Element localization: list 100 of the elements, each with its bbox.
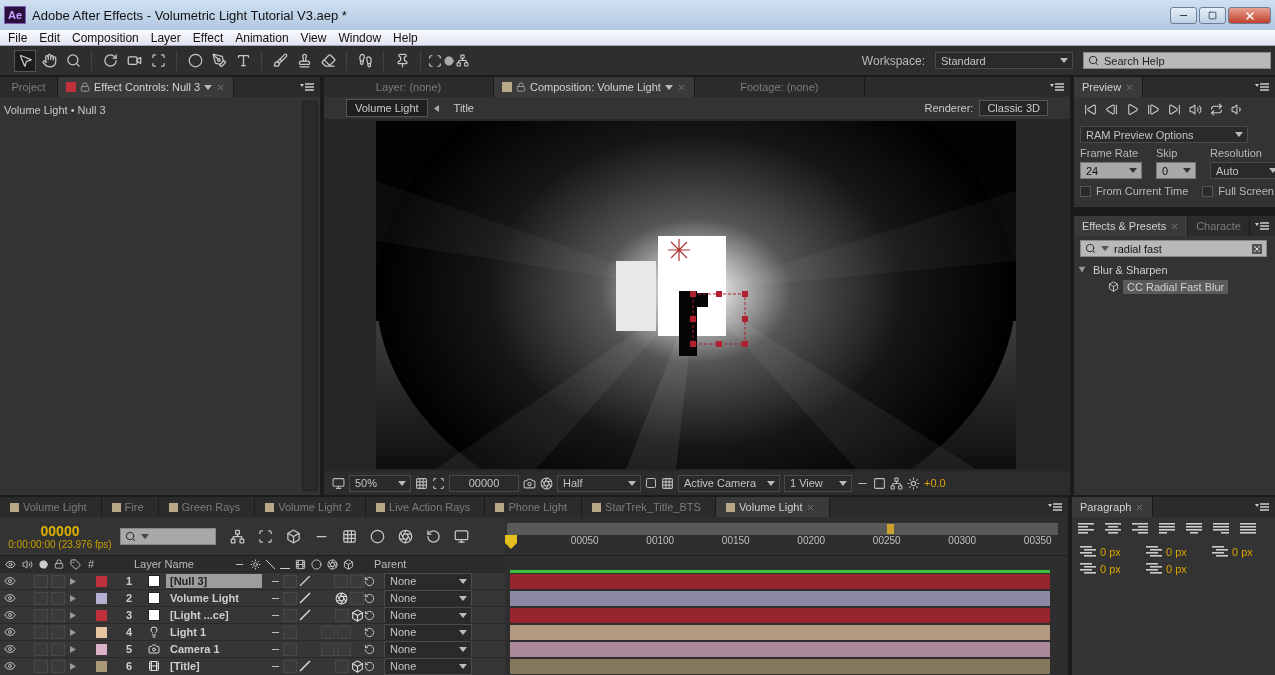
switch-box[interactable] xyxy=(34,574,48,588)
indent-value[interactable]: 0 px xyxy=(1232,546,1253,558)
panel-tab[interactable]: Effect Controls: Null 3 xyxy=(58,77,235,97)
effects-search-field[interactable]: radial fast xyxy=(1080,240,1267,257)
switch-box[interactable] xyxy=(321,642,335,656)
composition-tab[interactable]: Green Rays xyxy=(158,497,256,517)
motion-blur-icon[interactable] xyxy=(370,528,385,544)
close-icon[interactable] xyxy=(1125,82,1135,92)
justify-right-icon[interactable] xyxy=(1213,522,1229,536)
loop-icon[interactable] xyxy=(1210,103,1223,116)
justify-all-icon[interactable] xyxy=(1240,522,1256,536)
zoom-dropdown[interactable]: 50% xyxy=(349,474,411,492)
switch-box[interactable] xyxy=(350,574,364,588)
three-d-switch-icon[interactable] xyxy=(351,608,364,622)
panel-tab[interactable]: Effects & Presets xyxy=(1074,216,1189,236)
indent-icon[interactable] xyxy=(1080,562,1096,576)
switch-box[interactable] xyxy=(34,659,48,673)
menu-item[interactable]: Composition xyxy=(66,30,145,45)
quality-switch-icon[interactable] xyxy=(299,609,311,621)
flowchart-icon[interactable] xyxy=(890,476,903,490)
switch-box[interactable] xyxy=(34,625,48,639)
switch-box[interactable] xyxy=(34,642,48,656)
layer-bar[interactable] xyxy=(510,658,1050,674)
previous-frame-icon[interactable] xyxy=(1105,103,1118,116)
visibility-icon[interactable] xyxy=(4,575,16,587)
switch-box[interactable] xyxy=(350,591,364,605)
visibility-icon[interactable] xyxy=(4,660,16,672)
minimize-button[interactable] xyxy=(1170,7,1197,24)
comp-breadcrumb[interactable]: Volume Light xyxy=(346,99,428,117)
camera-dropdown[interactable]: Active Camera xyxy=(678,474,780,492)
menu-item[interactable]: Edit xyxy=(33,30,67,45)
menu-item[interactable]: Window xyxy=(332,30,388,45)
tool-button[interactable] xyxy=(14,49,36,72)
label-color-swatch[interactable] xyxy=(96,575,107,587)
indent-icon[interactable] xyxy=(1146,562,1162,576)
quality-switch-icon[interactable] xyxy=(299,660,311,672)
align-center-icon[interactable] xyxy=(1105,522,1121,536)
label-color-swatch[interactable] xyxy=(96,592,107,604)
switch-box[interactable] xyxy=(51,574,65,588)
expand-arrow-icon[interactable] xyxy=(70,628,76,636)
menu-item[interactable]: View xyxy=(294,30,333,45)
composition-tab[interactable]: Volume Light xyxy=(0,497,102,517)
visibility-icon[interactable] xyxy=(4,643,16,655)
comp-breadcrumb[interactable]: Title xyxy=(444,99,483,117)
switch-box[interactable] xyxy=(335,659,349,673)
label-color-swatch[interactable] xyxy=(96,609,107,621)
workspace-dropdown[interactable]: Standard xyxy=(935,52,1073,69)
close-button[interactable] xyxy=(1228,7,1271,24)
switch-box[interactable] xyxy=(283,625,297,639)
exposure-icon[interactable] xyxy=(907,476,920,490)
close-icon[interactable] xyxy=(676,82,686,92)
timecode-field[interactable]: 00000 xyxy=(449,474,519,492)
layer-name[interactable]: Light 1 xyxy=(166,625,262,639)
panel-menu-icon[interactable] xyxy=(1048,502,1062,512)
composition-tab[interactable]: Phone Light xyxy=(485,497,583,517)
world-axis-icon[interactable] xyxy=(444,55,454,66)
region-icon[interactable] xyxy=(332,476,345,490)
parent-dropdown[interactable]: None xyxy=(384,572,472,590)
playhead-icon[interactable] xyxy=(505,535,517,551)
transparency-grid-icon[interactable] xyxy=(661,476,674,490)
effect-category[interactable]: Blur & Sharpen xyxy=(1089,262,1172,277)
indent-value[interactable]: 0 px xyxy=(1166,563,1187,575)
visibility-icon[interactable] xyxy=(4,592,16,604)
parent-dropdown[interactable]: None xyxy=(384,606,472,624)
local-axis-icon[interactable] xyxy=(428,53,442,68)
indent-icon[interactable] xyxy=(1080,545,1096,559)
layer-name[interactable]: [Light ...ce] xyxy=(166,608,262,622)
next-frame-icon[interactable] xyxy=(1147,103,1160,116)
switch-box[interactable] xyxy=(337,642,351,656)
resolution-dropdown[interactable]: Half xyxy=(557,474,641,492)
frame-rate-dropdown[interactable]: 24 xyxy=(1080,162,1142,179)
menu-item[interactable]: Animation xyxy=(229,30,295,45)
ram-preview-icon[interactable] xyxy=(1231,103,1244,116)
align-left-icon[interactable] xyxy=(1078,522,1094,536)
close-icon[interactable] xyxy=(1135,502,1145,512)
audio-icon[interactable] xyxy=(1189,103,1202,116)
indent-value[interactable]: 0 px xyxy=(1100,563,1121,575)
menu-item[interactable]: File xyxy=(2,30,34,45)
switch-box[interactable] xyxy=(51,608,65,622)
close-icon[interactable] xyxy=(806,502,816,512)
three-d-switch-icon[interactable] xyxy=(351,659,364,673)
switch-box[interactable] xyxy=(335,608,349,622)
layer-bar[interactable] xyxy=(510,624,1050,640)
label-color-swatch[interactable] xyxy=(96,660,107,672)
switch-box[interactable] xyxy=(34,608,48,622)
indent-icon[interactable] xyxy=(1212,545,1228,559)
panel-menu-icon[interactable] xyxy=(1050,82,1064,92)
visibility-icon[interactable] xyxy=(4,609,16,621)
panel-tab[interactable]: Paragraph xyxy=(1072,497,1154,517)
switch-box[interactable] xyxy=(283,591,297,605)
layer-name[interactable]: [Null 3] xyxy=(166,574,262,588)
ram-preview-dropdown[interactable]: RAM Preview Options xyxy=(1080,126,1248,143)
quality-switch-icon[interactable] xyxy=(299,592,311,604)
panel-menu-icon[interactable] xyxy=(1255,221,1269,231)
play-icon[interactable] xyxy=(1126,103,1139,116)
switch-box[interactable] xyxy=(282,574,297,588)
menu-item[interactable]: Effect xyxy=(186,30,230,45)
panel-menu-icon[interactable] xyxy=(1255,82,1269,92)
effect-name[interactable]: CC Radial Fast Blur xyxy=(1123,279,1229,294)
align-right-icon[interactable] xyxy=(1132,522,1148,536)
